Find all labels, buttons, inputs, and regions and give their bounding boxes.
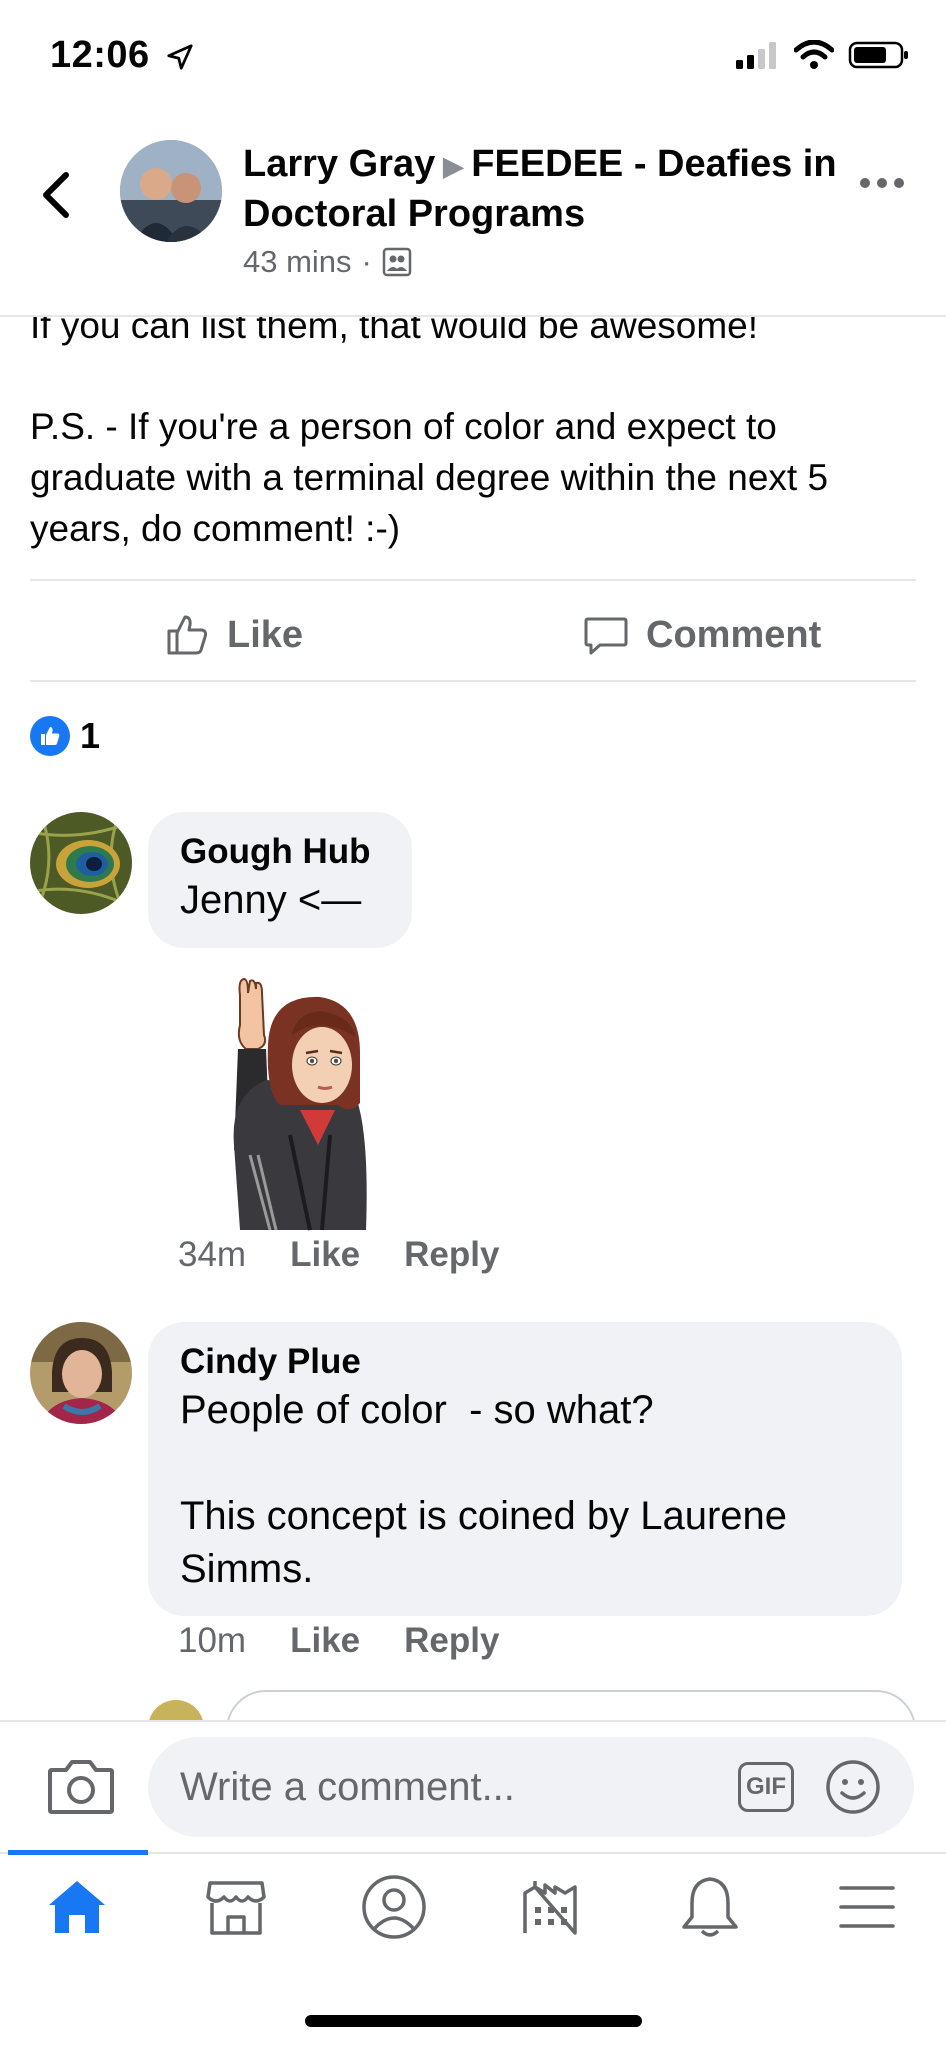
menu-icon: [839, 1886, 895, 1928]
comment-text: People of color - so what? This concept …: [180, 1388, 788, 1591]
dot-icon: [894, 178, 904, 188]
commenter-name[interactable]: Cindy Plue: [180, 1340, 870, 1384]
home-indicator[interactable]: [305, 2015, 642, 2027]
tab-home[interactable]: [37, 1875, 117, 1939]
comment-meta: 34m Like Reply: [178, 1235, 499, 1275]
post-body: If you can list them, that would be awes…: [30, 300, 910, 604]
comment-like-button[interactable]: Like: [290, 1621, 360, 1661]
commenter-avatar[interactable]: [30, 1322, 132, 1424]
like-button[interactable]: Like: [163, 605, 303, 665]
back-button[interactable]: [36, 165, 76, 225]
comment-time: 10m: [178, 1621, 247, 1660]
dot-icon: [877, 178, 887, 188]
thumbs-up-icon: [167, 615, 208, 655]
commenter-name[interactable]: Gough Hub: [180, 830, 380, 874]
tab-notifications[interactable]: [670, 1875, 750, 1939]
wifi-icon: [794, 40, 834, 69]
pages-icon: [523, 1881, 577, 1935]
gif-label: GIF: [746, 1773, 786, 1800]
reaction-count: 1: [80, 715, 101, 756]
commenter-photo: [30, 1322, 132, 1424]
gif-button[interactable]: GIF: [738, 1762, 794, 1812]
tab-menu[interactable]: [827, 1875, 907, 1939]
tab-profile[interactable]: [354, 1875, 434, 1939]
status-time-text: 12:06: [50, 34, 150, 76]
comment-like-button[interactable]: Like: [290, 1235, 360, 1275]
post-meta: 43 mins ·: [243, 244, 412, 280]
peacock-feather-image: [30, 812, 132, 914]
tab-marketplace[interactable]: [196, 1875, 276, 1939]
active-tab-indicator: [8, 1850, 148, 1855]
reaction-summary[interactable]: 1: [30, 715, 100, 757]
divider: [30, 579, 916, 581]
arrow-right-icon: ▶: [443, 150, 464, 181]
comment-time: 34m: [178, 1235, 247, 1274]
notifications-icon: [682, 1877, 738, 1937]
tab-pages[interactable]: [511, 1875, 591, 1939]
meta-separator: ·: [361, 244, 372, 279]
home-icon: [49, 1881, 105, 1933]
comment-bubble[interactable]: Gough Hub Jenny <—: [148, 812, 412, 948]
location-arrow-icon: [167, 44, 193, 70]
marketplace-icon: [206, 1881, 266, 1935]
post-title[interactable]: Larry Gray ▶ FEEDEE - Deafies in Doctoral …: [243, 140, 843, 238]
like-reaction-icon: [30, 716, 70, 756]
author-name[interactable]: Larry Gray: [243, 143, 435, 185]
author-avatar-image: [120, 140, 222, 242]
signal-icon: [736, 42, 776, 69]
status-indicators: [734, 40, 910, 70]
post-time: 43 mins: [243, 244, 352, 279]
comment-label: Comment: [646, 613, 822, 656]
comment-input[interactable]: Write a comment... GIF: [148, 1737, 914, 1837]
comment-reply-button[interactable]: Reply: [404, 1621, 499, 1661]
divider: [30, 680, 916, 682]
comment-bubble[interactable]: Cindy Plue People of color - so what? Th…: [148, 1322, 902, 1616]
comment-meta: 10m Like Reply: [178, 1621, 499, 1661]
chevron-left-icon: [43, 172, 69, 218]
comment-input-placeholder: Write a comment...: [180, 1764, 515, 1809]
comment-bubble-icon: [584, 617, 628, 655]
commenter-avatar[interactable]: [30, 812, 132, 914]
battery-icon: [848, 41, 908, 69]
camera-icon: [48, 1760, 114, 1814]
group-audience-icon: [382, 247, 412, 277]
status-time: 12:06: [50, 34, 195, 77]
sticker-image[interactable]: [210, 975, 380, 1235]
camera-button[interactable]: [46, 1756, 116, 1816]
comment-text: Jenny <—: [180, 878, 362, 922]
comment-button[interactable]: Comment: [582, 605, 821, 665]
author-avatar[interactable]: [120, 140, 222, 242]
raised-hand-girl-sticker: [233, 977, 367, 1231]
more-options-button[interactable]: [860, 178, 910, 198]
emoji-icon[interactable]: [824, 1758, 882, 1816]
profile-icon: [362, 1875, 426, 1939]
comment-reply-button[interactable]: Reply: [404, 1235, 499, 1275]
like-label: Like: [227, 613, 304, 656]
post-paragraph: P.S. - If you're a person of color and e…: [30, 406, 829, 549]
dot-icon: [860, 178, 870, 188]
